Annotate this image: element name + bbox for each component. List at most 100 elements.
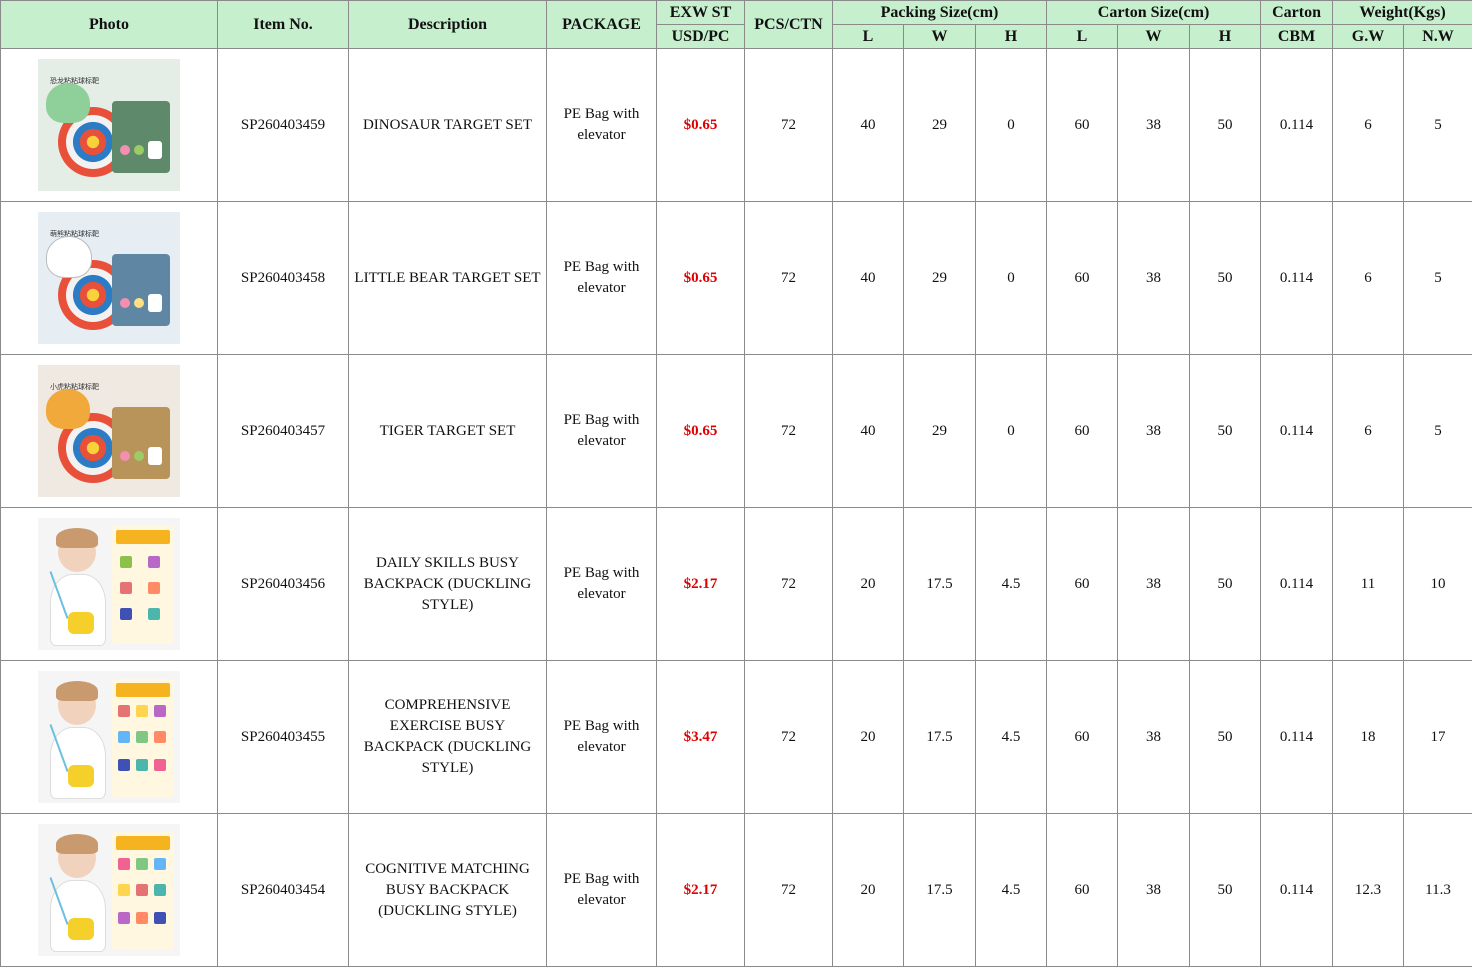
nw-cell: 10 bbox=[1403, 507, 1472, 661]
child-model-icon bbox=[46, 526, 108, 646]
pack-w-cell: 29 bbox=[903, 354, 976, 508]
nw-cell: 5 bbox=[1403, 48, 1472, 202]
ctn-l-cell: 60 bbox=[1046, 201, 1119, 355]
ctn-l-cell: 60 bbox=[1046, 507, 1119, 661]
header-row-top: Photo Item No. Description PACKAGE EXW S… bbox=[0, 0, 1472, 49]
pack-l-cell: 40 bbox=[832, 354, 904, 508]
description-cell: COMPREHENSIVE EXERCISE BUSY BACKPACK (DU… bbox=[348, 660, 547, 814]
cbm-cell: 0.114 bbox=[1260, 507, 1334, 661]
ctn-w-cell: 38 bbox=[1117, 660, 1191, 814]
dinosaur-target-photo: 恐龙粘粘球标靶 bbox=[38, 59, 180, 191]
ctn-h-cell: 50 bbox=[1189, 354, 1262, 508]
header-ctn-l: L bbox=[1046, 24, 1119, 49]
pcs-ctn-cell: 72 bbox=[744, 660, 833, 814]
header-gw: G.W bbox=[1332, 24, 1405, 49]
package-cell: PE Bag with elevator bbox=[546, 660, 657, 814]
ctn-h-cell: 50 bbox=[1189, 201, 1262, 355]
description-cell: TIGER TARGET SET bbox=[348, 354, 547, 508]
pcs-ctn-cell: 72 bbox=[744, 813, 833, 967]
item-no-cell: SP260403457 bbox=[217, 354, 349, 508]
ctn-w-cell: 38 bbox=[1117, 507, 1191, 661]
price-cell: $0.65 bbox=[656, 201, 745, 355]
pack-h-cell: 0 bbox=[974, 354, 1048, 508]
gw-cell: 6 bbox=[1332, 201, 1405, 355]
photo-cell bbox=[0, 660, 218, 814]
gw-cell: 6 bbox=[1332, 354, 1405, 508]
tiger-icon bbox=[46, 389, 90, 429]
busy-backpack-photo bbox=[38, 518, 180, 650]
ctn-w-cell: 38 bbox=[1117, 354, 1191, 508]
child-model-icon bbox=[46, 679, 108, 799]
gw-cell: 18 bbox=[1332, 660, 1405, 814]
ctn-l-cell: 60 bbox=[1046, 354, 1119, 508]
header-photo: Photo bbox=[0, 0, 218, 49]
accessory-card bbox=[112, 254, 170, 326]
photo-cell bbox=[0, 507, 218, 661]
pack-l-cell: 40 bbox=[832, 48, 904, 202]
child-model-icon bbox=[46, 832, 108, 952]
cbm-cell: 0.114 bbox=[1260, 813, 1334, 967]
item-no-cell: SP260403456 bbox=[217, 507, 349, 661]
pack-l-cell: 40 bbox=[832, 201, 904, 355]
ctn-w-cell: 38 bbox=[1117, 48, 1191, 202]
cbm-cell: 0.114 bbox=[1260, 660, 1334, 814]
header-ctn-h: H bbox=[1189, 24, 1262, 49]
nw-cell: 5 bbox=[1403, 201, 1472, 355]
header-ctn-w: W bbox=[1117, 24, 1191, 49]
ctn-w-cell: 38 bbox=[1117, 813, 1191, 967]
gw-cell: 11 bbox=[1332, 507, 1405, 661]
pack-w-cell: 17.5 bbox=[903, 660, 976, 814]
product-quotation-table: Photo Item No. Description PACKAGE EXW S… bbox=[0, 0, 1472, 967]
description-cell: DAILY SKILLS BUSY BACKPACK (DUCKLING STY… bbox=[348, 507, 547, 661]
header-packing-size: Packing Size(cm) bbox=[831, 0, 1048, 25]
accessory-panel bbox=[112, 526, 174, 644]
price-cell: $0.65 bbox=[656, 48, 745, 202]
dinosaur-icon bbox=[46, 83, 90, 123]
package-cell: PE Bag with elevator bbox=[546, 507, 657, 661]
accessory-card bbox=[112, 101, 170, 173]
description-cell: COGNITIVE MATCHING BUSY BACKPACK (DUCKLI… bbox=[348, 813, 547, 967]
duckling-bag-icon bbox=[68, 765, 94, 787]
item-no-cell: SP260403458 bbox=[217, 201, 349, 355]
header-item-no: Item No. bbox=[217, 0, 349, 49]
package-cell: PE Bag with elevator bbox=[546, 354, 657, 508]
duckling-bag-icon bbox=[68, 918, 94, 940]
pack-w-cell: 29 bbox=[903, 201, 976, 355]
pack-h-cell: 4.5 bbox=[974, 507, 1048, 661]
busy-backpack-photo bbox=[38, 824, 180, 956]
nw-cell: 5 bbox=[1403, 354, 1472, 508]
header-pack-l: L bbox=[832, 24, 904, 49]
pack-w-cell: 29 bbox=[903, 48, 976, 202]
ctn-w-cell: 38 bbox=[1117, 201, 1191, 355]
header-weight: Weight(Kgs) bbox=[1332, 0, 1472, 25]
tiger-target-photo: 小虎粘粘球标靶 bbox=[38, 365, 180, 497]
cbm-cell: 0.114 bbox=[1260, 354, 1334, 508]
pack-l-cell: 20 bbox=[832, 507, 904, 661]
photo-cell bbox=[0, 813, 218, 967]
duckling-bag-icon bbox=[68, 612, 94, 634]
table-row: SP260403456 DAILY SKILLS BUSY BACKPACK (… bbox=[0, 507, 1472, 661]
package-cell: PE Bag with elevator bbox=[546, 813, 657, 967]
nw-cell: 17 bbox=[1403, 660, 1472, 814]
cbm-cell: 0.114 bbox=[1260, 201, 1334, 355]
table-row: 恐龙粘粘球标靶 SP260403459 DINOSAUR TARGET SET … bbox=[0, 48, 1472, 202]
header-description: Description bbox=[348, 0, 547, 49]
nw-cell: 11.3 bbox=[1403, 813, 1472, 967]
price-cell: $2.17 bbox=[656, 813, 745, 967]
package-cell: PE Bag with elevator bbox=[546, 48, 657, 202]
header-carton-size: Carton Size(cm) bbox=[1046, 0, 1262, 25]
pack-w-cell: 17.5 bbox=[903, 813, 976, 967]
gw-cell: 12.3 bbox=[1332, 813, 1405, 967]
ctn-l-cell: 60 bbox=[1046, 48, 1119, 202]
accessory-card bbox=[112, 407, 170, 479]
header-package: PACKAGE bbox=[546, 0, 657, 49]
price-cell: $2.17 bbox=[656, 507, 745, 661]
header-nw: N.W bbox=[1403, 24, 1472, 49]
pack-h-cell: 4.5 bbox=[974, 660, 1048, 814]
pack-l-cell: 20 bbox=[832, 660, 904, 814]
accessory-panel bbox=[112, 832, 174, 950]
price-cell: $0.65 bbox=[656, 354, 745, 508]
item-no-cell: SP260403459 bbox=[217, 48, 349, 202]
busy-backpack-photo bbox=[38, 671, 180, 803]
table-row: SP260403454 COGNITIVE MATCHING BUSY BACK… bbox=[0, 813, 1472, 967]
